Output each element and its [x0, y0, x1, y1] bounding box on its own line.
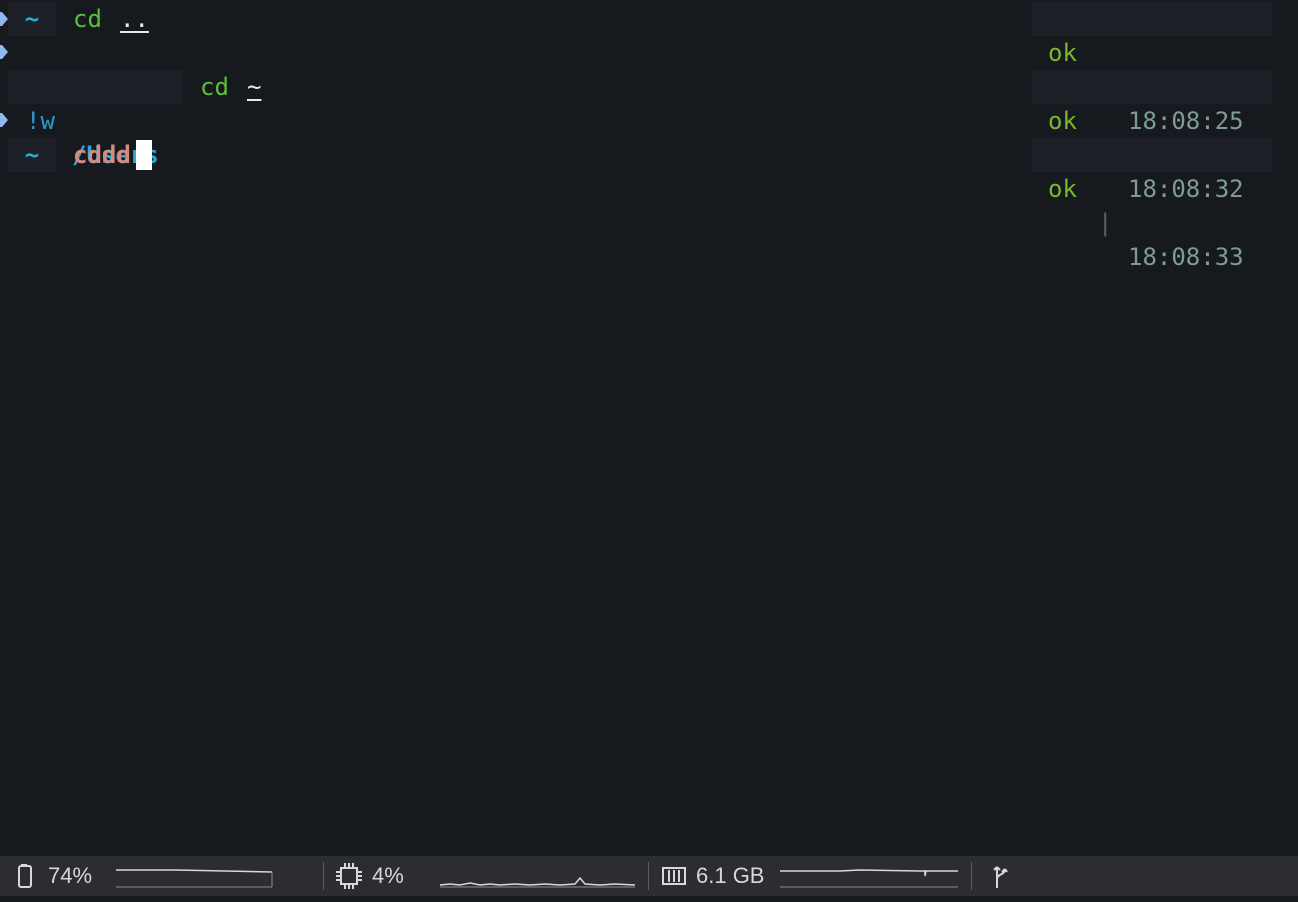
right-status: ok | 18:08:25: [1032, 2, 1272, 135]
battery-graph: [116, 869, 273, 888]
terminal-line: !w /Users cd ~ ok | 18:08:32: [0, 70, 1298, 203]
divider: [323, 862, 324, 890]
command-text: cd: [200, 73, 229, 101]
line-marker-icon: [0, 113, 8, 127]
status-badge: ok: [1048, 39, 1077, 67]
command-input[interactable]: cddd: [73, 138, 131, 172]
timestamp: 18:08:25: [1128, 107, 1244, 135]
status-separator: |: [1098, 209, 1113, 237]
cpu-icon: [336, 856, 362, 896]
battery-icon: [18, 856, 32, 896]
memory-value: 6.1 GB: [696, 863, 765, 888]
text-cursor: [136, 140, 152, 170]
command-argument: ..: [120, 5, 149, 33]
cpu-graph: [440, 876, 636, 888]
status-bar: 74% 4% 6.1 GB: [0, 856, 1298, 896]
prompt-prefix: !w: [26, 107, 55, 135]
battery-value: 74%: [48, 863, 93, 888]
divider: [971, 862, 972, 890]
prompt-path: ~: [8, 138, 56, 172]
terminal-line: ~ cd .. ok | 18:08:25: [0, 2, 1298, 135]
cpu-value: 4%: [372, 863, 404, 888]
memory-graph: [780, 869, 958, 888]
terminal-input-line[interactable]: ~ cddd ok | 18:08:33: [0, 138, 1298, 271]
prompt-path: ~: [8, 2, 56, 36]
timestamp: 18:08:32: [1128, 175, 1244, 203]
memory-icon: [662, 856, 686, 896]
status-badge: ok: [1048, 175, 1077, 203]
line-marker-icon: [0, 45, 8, 59]
divider: [648, 862, 649, 890]
prompt-path: !w /Users: [8, 70, 183, 169]
command-text: cd: [73, 5, 102, 33]
timestamp: 18:08:33: [1128, 243, 1244, 271]
command-argument: ~: [247, 73, 262, 101]
terminal-window[interactable]: ~ cd .. ok | 18:08:25 !w /Users cd ~ ok …: [0, 0, 1298, 856]
git-branch-icon[interactable]: [992, 856, 1010, 896]
right-status: ok | 18:08:33: [1032, 138, 1272, 271]
status-badge: ok: [1048, 107, 1077, 135]
right-status: ok | 18:08:32: [1032, 70, 1272, 203]
